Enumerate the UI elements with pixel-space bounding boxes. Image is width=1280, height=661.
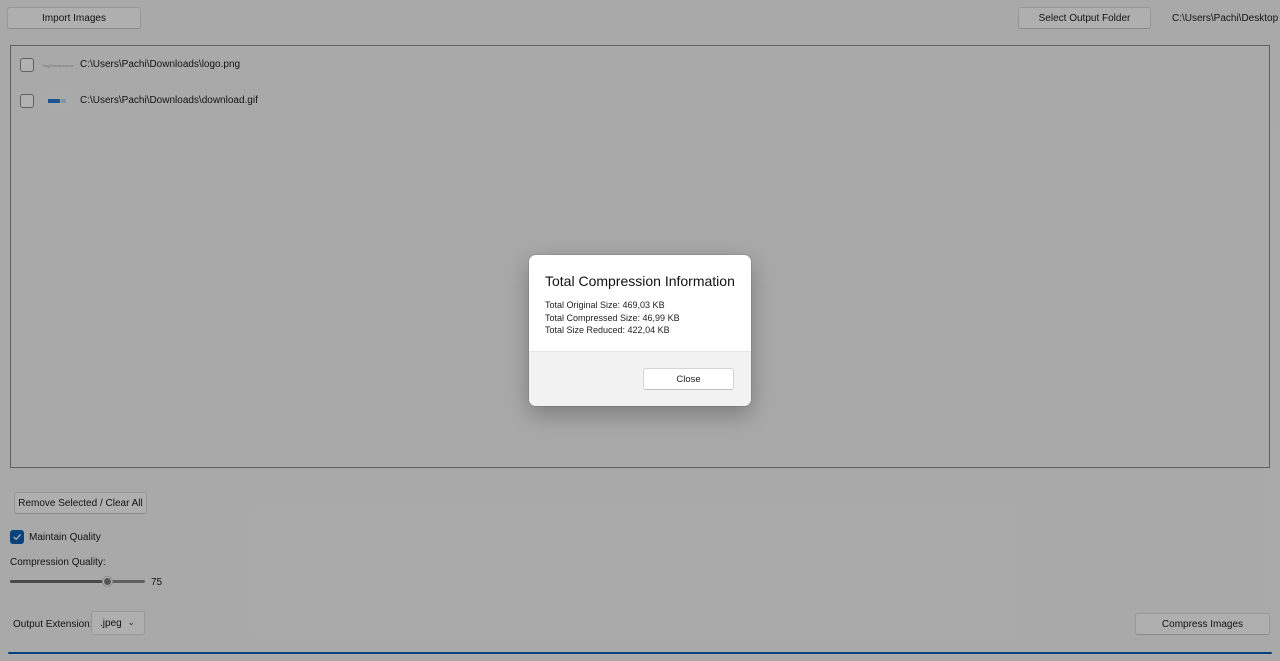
dialog-body: Total Original Size: 469,03 KB Total Com…	[545, 299, 680, 337]
close-button[interactable]: Close	[643, 368, 734, 390]
total-size-reduced: Total Size Reduced: 422,04 KB	[545, 325, 670, 335]
total-original-size: Total Original Size: 469,03 KB	[545, 300, 665, 310]
compression-info-dialog: Total Compression Information Total Orig…	[529, 255, 751, 406]
total-compressed-size: Total Compressed Size: 46,99 KB	[545, 312, 680, 323]
dialog-footer: Close	[529, 351, 751, 406]
dialog-title: Total Compression Information	[545, 273, 735, 289]
